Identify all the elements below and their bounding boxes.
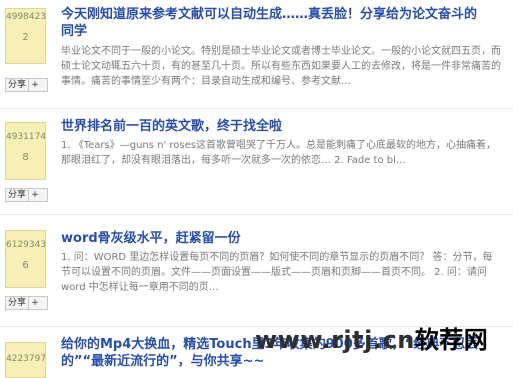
- count-badge: 4998423 2: [5, 8, 46, 64]
- share-control: 分享 +: [5, 78, 48, 92]
- post-excerpt: 毕业论文不同于一般的小论文。特别是硕士毕业论文或者博士毕业论文。一般的小论文就四…: [61, 46, 501, 87]
- plus-icon[interactable]: +: [29, 297, 41, 309]
- post-title-line2[interactable]: 的”“最新近流行的”，与你共享~~: [61, 353, 264, 370]
- count-badge: 6129343 6: [5, 230, 46, 288]
- plus-icon[interactable]: +: [29, 79, 41, 91]
- post-excerpt: 1. 问：WORD 里边怎样设置每页不同的页眉？如何使不同的章节显示的页眉不同？…: [61, 252, 493, 293]
- share-control: 分享 +: [5, 296, 48, 310]
- post-excerpt: 1. 《Tears》—guns n' roses这首歌曾唱哭了千万人。总是能刺痛…: [61, 140, 496, 166]
- comment-count: 8: [22, 152, 29, 163]
- view-count: 4223797: [6, 354, 47, 364]
- count-badge: 4931174 8: [5, 122, 46, 180]
- share-button[interactable]: 分享: [6, 79, 30, 91]
- post-title[interactable]: 世界排名前一百的英文歌，终于找全啦: [61, 118, 282, 135]
- share-control: 分享 +: [5, 188, 48, 202]
- post-title[interactable]: word骨灰级水平，赶紧留一份: [61, 230, 241, 247]
- watermark-slogan: 软荐网: [414, 326, 489, 354]
- plus-icon[interactable]: +: [29, 189, 41, 201]
- divider: [0, 214, 513, 215]
- comment-count: 2: [22, 32, 29, 43]
- watermark-site: www.rjtj.cn: [255, 326, 415, 354]
- view-count: 4931174: [6, 132, 47, 142]
- post-title-line2[interactable]: 同学: [61, 23, 87, 40]
- view-count: 6129343: [6, 240, 47, 250]
- post-title-line1[interactable]: 今天刚知道原来参考文献可以自动生成……真丢脸！分享给为论文奋斗的: [61, 6, 477, 23]
- view-count: 4998423: [6, 12, 47, 22]
- count-badge: 4223797: [5, 342, 46, 378]
- comment-count: 6: [22, 260, 29, 271]
- share-button[interactable]: 分享: [6, 297, 30, 309]
- site-watermark: www.rjtj.cn软荐网: [255, 320, 488, 355]
- share-button[interactable]: 分享: [6, 189, 30, 201]
- divider: [0, 108, 513, 109]
